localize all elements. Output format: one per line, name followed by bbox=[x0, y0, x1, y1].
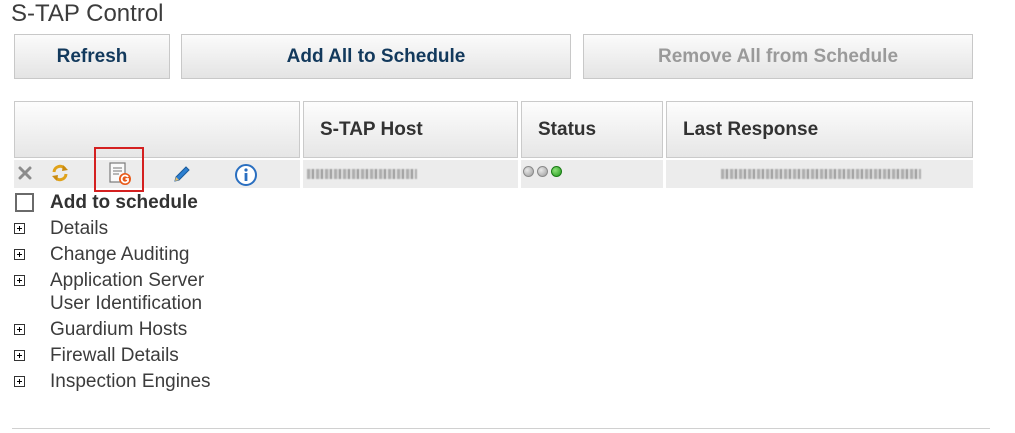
expand-details-icon[interactable] bbox=[14, 223, 25, 234]
expand-inspection-engines-icon[interactable] bbox=[14, 376, 25, 387]
section-details[interactable]: Details bbox=[50, 218, 108, 240]
status-dot-gray bbox=[523, 166, 534, 177]
section-inspection-engines[interactable]: Inspection Engines bbox=[50, 371, 211, 393]
page-title: S-TAP Control bbox=[11, 0, 164, 27]
guardium-report-icon[interactable] bbox=[106, 160, 134, 188]
remove-all-from-schedule-button: Remove All from Schedule bbox=[583, 34, 973, 79]
section-guardium-hosts[interactable]: Guardium Hosts bbox=[50, 319, 187, 341]
section-firewall-details[interactable]: Firewall Details bbox=[50, 345, 179, 367]
add-to-schedule-checkbox[interactable] bbox=[15, 193, 34, 212]
status-dot-gray bbox=[537, 166, 548, 177]
status-dot-green bbox=[551, 166, 562, 177]
last-response-value-masked bbox=[721, 169, 921, 179]
column-header-last-response[interactable]: Last Response bbox=[666, 101, 973, 158]
refresh-sync-icon[interactable] bbox=[49, 162, 71, 184]
edit-pencil-icon[interactable] bbox=[170, 162, 194, 186]
expand-guardium-hosts-icon[interactable] bbox=[14, 324, 25, 335]
expand-firewall-details-icon[interactable] bbox=[14, 350, 25, 361]
add-all-to-schedule-button[interactable]: Add All to Schedule bbox=[181, 34, 571, 79]
section-app-server-line1[interactable]: Application Server bbox=[50, 270, 204, 292]
expand-app-server-user-id-icon[interactable] bbox=[14, 275, 25, 286]
stap-host-value-masked bbox=[307, 169, 417, 179]
delete-icon[interactable] bbox=[16, 164, 34, 182]
section-change-auditing[interactable]: Change Auditing bbox=[50, 244, 189, 266]
info-icon[interactable] bbox=[233, 162, 259, 188]
add-to-schedule-label: Add to schedule bbox=[50, 192, 198, 213]
refresh-button[interactable]: Refresh bbox=[14, 34, 170, 79]
bottom-divider bbox=[12, 428, 990, 429]
column-header-actions bbox=[14, 101, 300, 158]
expand-change-auditing-icon[interactable] bbox=[14, 249, 25, 260]
column-header-status[interactable]: Status bbox=[521, 101, 663, 158]
column-header-stap-host[interactable]: S-TAP Host bbox=[303, 101, 518, 158]
section-app-server-line2[interactable]: User Identification bbox=[50, 293, 202, 315]
